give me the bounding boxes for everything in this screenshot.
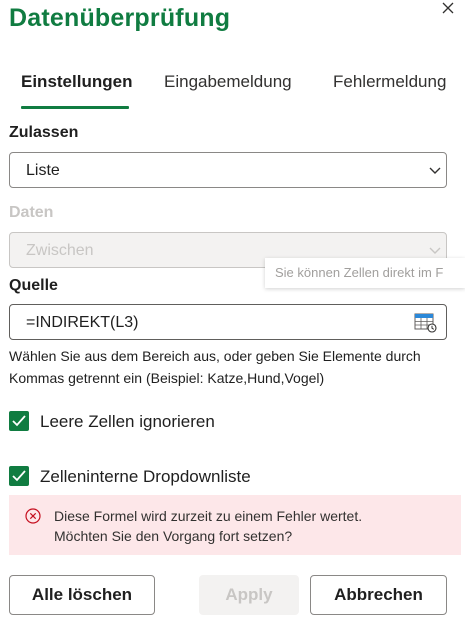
tab-einstellungen[interactable]: Einstellungen: [21, 72, 132, 92]
ignore-blank-checkbox[interactable]: [9, 411, 29, 431]
source-input-value: =INDIREKT(L3): [26, 314, 139, 331]
dialog-title: Datenüberprüfung: [9, 4, 231, 32]
close-icon[interactable]: [439, 0, 457, 17]
in-cell-dropdown-label: Zelleninterne Dropdownliste: [40, 467, 251, 486]
error-circle-icon: [25, 508, 41, 524]
data-select-value: Zwischen: [26, 242, 94, 259]
error-text-line-1: Diese Formel wird zurzeit zu einem Fehle…: [54, 508, 363, 524]
in-cell-dropdown-option[interactable]: Zelleninterne Dropdownliste: [9, 466, 279, 490]
checkmark-icon: [12, 415, 26, 427]
source-tooltip: Sie können Zellen direkt im F: [265, 258, 465, 288]
allow-select-value: Liste: [26, 162, 60, 179]
range-select-icon[interactable]: [414, 312, 438, 334]
in-cell-dropdown-checkbox[interactable]: [9, 466, 29, 486]
cancel-button[interactable]: Abbrechen: [310, 575, 447, 615]
ignore-blank-option[interactable]: Leere Zellen ignorieren: [9, 411, 239, 435]
error-text-line-2: Möchten Sie den Vorgang fort setzen?: [54, 528, 293, 544]
active-tab-indicator: [21, 106, 129, 109]
chevron-down-icon: [429, 247, 441, 254]
ignore-blank-label: Leere Zellen ignorieren: [40, 412, 215, 431]
allow-label: Zulassen: [9, 124, 79, 141]
source-label: Quelle: [9, 277, 58, 294]
tab-fehlermeldung[interactable]: Fehlermeldung: [333, 72, 446, 92]
apply-button: Apply: [199, 575, 299, 615]
data-label: Daten: [9, 204, 54, 221]
source-input[interactable]: =INDIREKT(L3): [9, 304, 447, 340]
chevron-down-icon: [429, 167, 441, 174]
error-message-bar: Diese Formel wird zurzeit zu einem Fehle…: [9, 495, 461, 555]
checkmark-icon: [12, 470, 26, 482]
clear-all-button[interactable]: Alle löschen: [9, 575, 155, 615]
allow-select[interactable]: Liste: [9, 152, 447, 188]
tab-bar: Einstellungen Eingabemeldung Fehlermeldu…: [0, 72, 465, 112]
source-help-text: Wählen Sie aus dem Bereich aus, oder geb…: [9, 348, 421, 386]
tab-eingabemeldung[interactable]: Eingabemeldung: [164, 72, 292, 92]
